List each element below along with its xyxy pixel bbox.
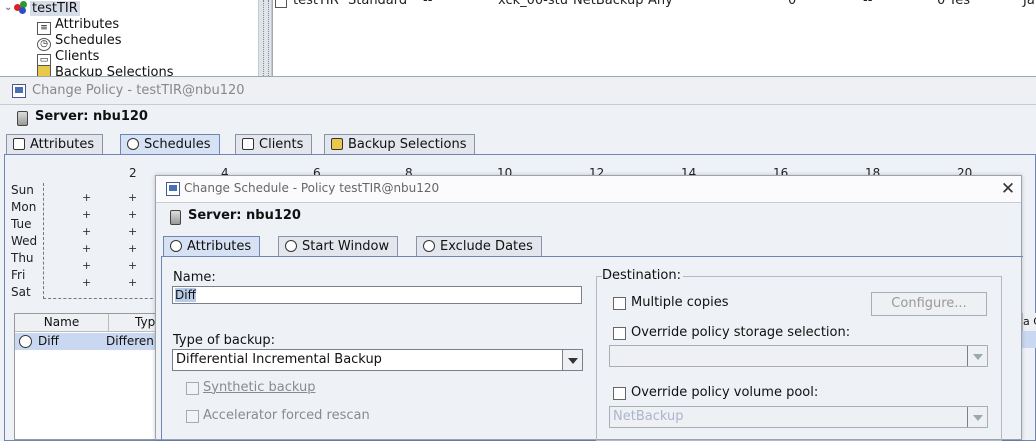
backup-selections-icon	[331, 138, 343, 150]
tree-expander-icon[interactable]: ⌄	[4, 2, 12, 16]
close-icon[interactable]: ✕	[999, 179, 1017, 199]
synthetic-backup-label: Synthetic backup	[203, 380, 316, 395]
policy-table: testTIR Standard -- xck_00-stu NetBackup…	[272, 0, 1036, 76]
accelerator-rescan-checkbox[interactable]	[186, 410, 199, 423]
splitter-handle[interactable]	[258, 0, 272, 76]
policy-title-bar[interactable]: Change Policy - testTIR@nbu120	[0, 77, 1036, 105]
policy-server-bar: Server: nbu120	[0, 107, 1036, 131]
hour-label: 2	[129, 166, 137, 180]
override-volume-pool-checkbox[interactable]	[613, 387, 626, 400]
server-icon	[17, 111, 28, 126]
change-schedule-dialog: Change Schedule - Policy testTIR@nbu120 …	[155, 175, 1023, 441]
chevron-down-icon[interactable]	[967, 346, 987, 366]
day-label-tue: Tue	[11, 217, 32, 231]
clock-icon	[285, 240, 297, 252]
dialog-window-icon	[166, 182, 180, 196]
tab-exclude-dates[interactable]: Exclude Dates	[416, 236, 542, 257]
table-cell-policy[interactable]: testTIR	[293, 0, 339, 8]
override-volume-pool-label: Override policy volume pool:	[631, 385, 819, 400]
schedule-name-input[interactable]: Diff	[172, 286, 582, 304]
column-header-partial: a C	[1022, 313, 1036, 331]
override-storage-label: Override policy storage selection:	[631, 325, 851, 340]
tree-item-clients[interactable]: ▭ Clients	[37, 49, 99, 67]
day-label-fri: Fri	[11, 268, 26, 282]
dialog-title-bar[interactable]: Change Schedule - Policy testTIR@nbu120 …	[156, 176, 1021, 203]
backup-selections-icon	[37, 65, 51, 76]
override-storage-checkbox[interactable]	[613, 327, 626, 340]
attributes-icon	[13, 138, 25, 150]
table-cell[interactable]: Yes	[949, 0, 970, 8]
volume-pool-select[interactable]: NetBackup	[609, 406, 988, 428]
type-of-backup-select[interactable]: Differential Incremental Backup	[172, 349, 583, 371]
table-cell-volume-pool[interactable]: NetBackup	[573, 0, 643, 8]
policy-window-title: Change Policy - testTIR@nbu120	[32, 83, 245, 98]
storage-selection-select[interactable]	[609, 345, 988, 367]
multiple-copies-label: Multiple copies	[631, 295, 729, 310]
calendar-exclude-icon	[423, 240, 435, 252]
policy-node-icon	[14, 1, 28, 14]
tab-start-window[interactable]: Start Window	[278, 236, 399, 257]
table-cell[interactable]: 0	[788, 0, 796, 8]
tab-attributes[interactable]: Attributes	[163, 236, 261, 257]
tree-item-attributes[interactable]: ≡ Attributes	[37, 17, 119, 35]
tree-root-item[interactable]: testTIR	[14, 1, 80, 17]
tree-item-schedules[interactable]: ◷ Schedules	[37, 33, 122, 51]
day-label-sat: Sat	[11, 285, 31, 299]
day-label-thu: Thu	[11, 251, 34, 265]
configure-button[interactable]: Configure...	[871, 292, 987, 316]
policy-window-icon	[12, 84, 26, 98]
schedule-icon	[19, 335, 32, 348]
name-label: Name:	[173, 270, 216, 285]
tree-item-backup-selections[interactable]: Backup Selections	[37, 65, 173, 76]
table-cell-storage[interactable]: xck_00-stu	[498, 0, 568, 8]
column-header-name[interactable]: Name	[15, 314, 109, 332]
chevron-down-icon[interactable]	[967, 407, 987, 427]
row-icon	[275, 0, 287, 8]
type-of-backup-label: Type of backup:	[173, 333, 276, 348]
schedule-type-cell: Differen	[106, 334, 154, 348]
clients-icon	[242, 138, 254, 150]
table-cell[interactable]: Ja	[1023, 0, 1035, 8]
multiple-copies-checkbox[interactable]	[613, 297, 626, 310]
tab-attributes[interactable]: Attributes	[6, 134, 104, 155]
synthetic-backup-checkbox[interactable]	[186, 382, 199, 395]
table-cell[interactable]: --	[423, 0, 432, 8]
schedules-icon	[127, 138, 139, 150]
table-cell[interactable]: --	[863, 0, 872, 8]
table-cell-type[interactable]: Standard	[348, 0, 407, 8]
dialog-server-label: Server: nbu120	[188, 208, 301, 223]
server-icon	[170, 210, 181, 225]
table-row[interactable]: Diff Differen	[15, 333, 165, 350]
schedule-name-cell: Diff	[38, 334, 59, 348]
day-label-mon: Mon	[11, 200, 37, 214]
schedules-table: Name Typ Diff Differen	[14, 313, 165, 440]
chevron-down-icon[interactable]	[562, 350, 582, 370]
tree-root-label[interactable]: testTIR	[30, 1, 80, 16]
table-cell[interactable]: 0	[937, 0, 945, 8]
day-label-sun: Sun	[11, 183, 34, 197]
destination-label: Destination:	[602, 268, 683, 283]
attributes-icon	[170, 240, 182, 252]
table-row-partial	[1022, 331, 1036, 348]
dialog-title: Change Schedule - Policy testTIR@nbu120	[184, 181, 440, 195]
tab-clients[interactable]: Clients	[235, 134, 313, 155]
tab-schedules[interactable]: Schedules	[120, 134, 220, 155]
tab-backup-selections[interactable]: Backup Selections	[324, 134, 476, 155]
day-label-wed: Wed	[11, 234, 38, 248]
table-cell[interactable]: Any	[648, 0, 673, 8]
accelerator-rescan-label: Accelerator forced rescan	[203, 408, 370, 423]
policy-server-label: Server: nbu120	[35, 109, 148, 124]
policy-tree: testTIR ≡ Attributes ◷ Schedules ▭ Clients …	[0, 0, 258, 76]
schedule-calendar-grid[interactable]: + + + + + + + + + + + +	[43, 183, 163, 299]
